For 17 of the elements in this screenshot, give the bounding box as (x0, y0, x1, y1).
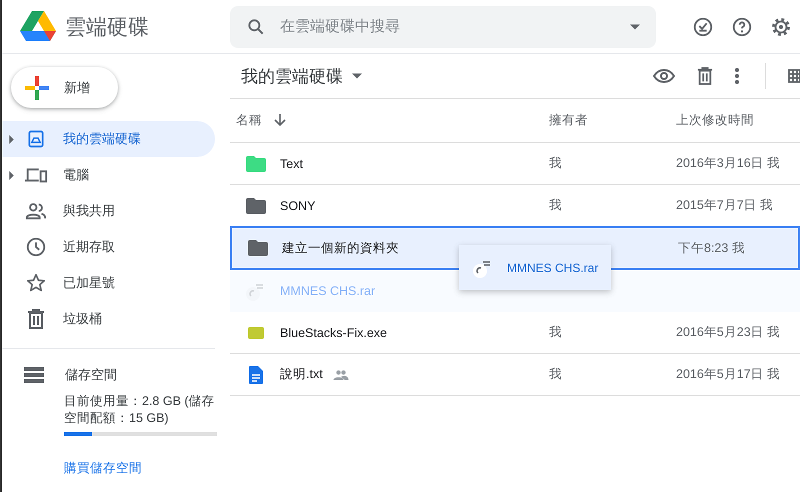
app-title: 雲端硬碟 (65, 14, 149, 40)
modified-cell-text: 2015年7月7日 我 (676, 197, 774, 214)
storage-usage: 目前使用量：2.8 GB (儲存空間配額：15 GB) (64, 393, 216, 427)
file-name: 建立一個新的資料夾 (282, 240, 399, 256)
file-name: 說明.txt (280, 366, 323, 383)
modified-cell-text: 2016年3月16日 我 (676, 155, 782, 172)
file-name: Text (280, 156, 303, 170)
file-name: BlueStacks-Fix.exe (280, 326, 387, 340)
owner-cell-text: 我 (549, 324, 563, 341)
owner-cell-text: 我 (549, 197, 563, 214)
file-name: MMNES CHS.rar (280, 284, 376, 298)
owner-cell-text: 我 (549, 366, 563, 383)
owner-cell-text: 我 (549, 155, 563, 172)
file-name: SONY (280, 198, 316, 212)
modified-cell-text: 下午8:23 我 (678, 240, 746, 256)
modified-cell-text: 2016年5月23日 我 (676, 324, 782, 341)
modified-cell-text: 2016年5月17日 我 (676, 366, 782, 383)
